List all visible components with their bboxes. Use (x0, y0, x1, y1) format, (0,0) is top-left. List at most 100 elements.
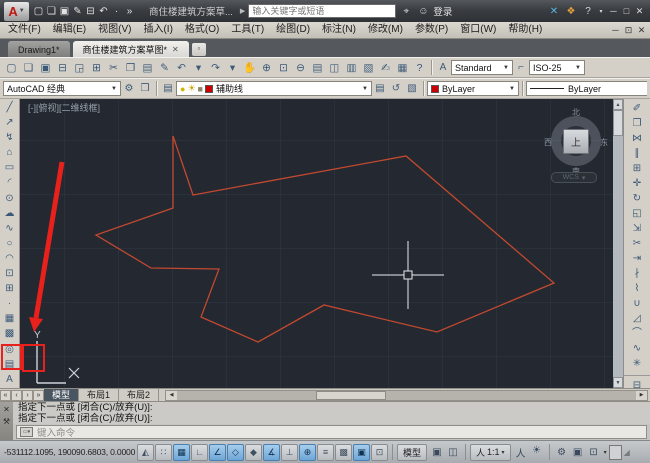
help-dropdown-icon[interactable]: ▾ (598, 8, 604, 15)
command-window-grip[interactable]: ✕ ⚒ (0, 402, 13, 440)
line-icon[interactable]: ╱ (6, 100, 12, 115)
otrack-toggle[interactable]: ∡ (263, 443, 280, 461)
plot-preview-icon[interactable]: ◲ (71, 59, 88, 77)
insert-block-icon[interactable]: ⊡ (5, 266, 13, 281)
save-icon[interactable]: ▣ (37, 59, 54, 77)
open-icon[interactable]: ❏ (20, 59, 37, 77)
stretch-icon[interactable]: ⇲ (633, 221, 641, 236)
viewcube-west-label[interactable]: 西 (523, 137, 573, 148)
scroll-up-icon[interactable]: ▲ (613, 99, 623, 110)
title-expand-icon[interactable]: ▶ (240, 7, 245, 15)
paste-icon[interactable]: ▤ (139, 59, 156, 77)
toolbar-lock-icon[interactable]: ▣ (570, 447, 586, 458)
exchange-apps-icon[interactable]: ❖ (564, 6, 578, 17)
model-space-button[interactable]: 模型 (397, 443, 428, 461)
command-suggest-icon[interactable]: ▭▾ (20, 427, 33, 437)
next-layout-button[interactable]: › (22, 390, 33, 401)
minimize-button[interactable]: ─ (607, 6, 620, 16)
plot-icon[interactable]: ⊟ (84, 6, 97, 17)
move-icon[interactable]: ✛ (633, 176, 641, 191)
zoom-previous-icon[interactable]: ⊖ (292, 59, 309, 77)
quick-view-layouts-icon[interactable]: ▣ (429, 447, 445, 458)
sheet-set-manager-icon[interactable]: ▧ (360, 59, 377, 77)
circle-icon[interactable]: ⊙ (5, 191, 13, 206)
pan-icon[interactable]: ✋ (241, 59, 258, 77)
menu-item[interactable]: 工具(T) (225, 24, 270, 35)
ellipse-arc-icon[interactable]: ◠ (5, 251, 14, 266)
tool-palettes-icon[interactable]: ▥ (343, 59, 360, 77)
layer-previous-icon[interactable]: ↺ (388, 83, 404, 94)
menu-item[interactable]: 绘图(D) (270, 24, 316, 35)
vertical-scrollbar[interactable]: ▲ ▼ (613, 99, 623, 388)
scrollbar-thumb[interactable] (316, 390, 387, 400)
layer-select[interactable]: ● ☀ ■ 辅助线 ▼ (176, 81, 372, 96)
copy-icon[interactable]: ❐ (122, 59, 139, 77)
join-icon[interactable]: ∪ (633, 296, 640, 311)
close-icon[interactable]: ✕ (3, 405, 10, 414)
application-menu-button[interactable]: A ▼ (4, 1, 29, 21)
tab-layout2[interactable]: 布局2 (119, 389, 160, 401)
save-as-icon[interactable]: ✎ (71, 6, 84, 17)
scroll-left-icon[interactable]: ◀ (166, 390, 178, 400)
gradient-icon[interactable]: ▩ (5, 326, 14, 341)
linetype-select[interactable]: ByLayer (526, 81, 647, 96)
lineweight-toggle[interactable]: ≡ (317, 443, 334, 461)
menu-item[interactable]: 修改(M) (362, 24, 409, 35)
menu-item[interactable]: 编辑(E) (47, 24, 92, 35)
horizontal-scrollbar[interactable]: ◀ ▶ (165, 389, 648, 401)
undo-icon[interactable]: ↶ (173, 59, 190, 77)
hatch-icon[interactable]: ▦ (5, 311, 14, 326)
arc-icon[interactable]: ◜ (8, 175, 12, 190)
workspace-settings-icon[interactable]: ⚙ (121, 83, 137, 94)
scroll-right-icon[interactable]: ▶ (636, 390, 647, 400)
viewcube-wcs-menu[interactable]: WCS ▾ (551, 172, 597, 183)
make-layer-current-icon[interactable]: ▤ (372, 83, 388, 94)
scroll-down-icon[interactable]: ▼ (613, 377, 623, 388)
first-layout-button[interactable]: « (0, 390, 11, 401)
docked-toolbar-icon[interactable]: ⊟ (624, 375, 650, 391)
text-style-icon[interactable]: A (435, 62, 451, 73)
spline-icon[interactable]: ∿ (5, 221, 13, 236)
customize-icon[interactable]: ⚒ (3, 417, 10, 426)
publish-icon[interactable]: ⊞ (88, 59, 105, 77)
dim-style-icon[interactable]: ⌐ (513, 62, 529, 73)
workspace-select[interactable]: AutoCAD 经典 ▼ (3, 81, 121, 96)
new-icon[interactable]: ▢ (32, 6, 45, 17)
quickcalc-icon[interactable]: ▦ (394, 59, 411, 77)
cut-icon[interactable]: ✂ (105, 59, 122, 77)
transparency-toggle[interactable]: ▩ (335, 443, 352, 461)
construction-line-icon[interactable]: ↗ (5, 115, 13, 130)
snap-toggle[interactable]: ∷ (155, 443, 172, 461)
menu-item[interactable]: 插入(I) (137, 24, 178, 35)
undo-icon[interactable]: ↶ (97, 6, 110, 17)
status-bar-menu-icon[interactable]: ▾ (604, 449, 607, 456)
point-icon[interactable]: · (8, 296, 11, 311)
redo-dropdown-icon[interactable]: ▾ (224, 59, 241, 77)
osnap-toggle[interactable]: ◇ (227, 443, 244, 461)
viewcube-north-label[interactable]: 北 (551, 107, 601, 118)
open-icon[interactable]: ❏ (45, 6, 58, 17)
explode-icon[interactable]: ✳ (633, 356, 641, 371)
file-tab-active-drawing[interactable]: 商住楼建筑方案草图* ✕ (72, 41, 189, 57)
polyline-icon[interactable]: ↯ (5, 130, 13, 145)
close-tab-icon[interactable]: ✕ (172, 45, 179, 54)
prev-layout-button[interactable]: ‹ (11, 390, 22, 401)
color-select[interactable]: ByLayer ▼ (427, 81, 519, 96)
redo-icon[interactable]: ↷ (207, 59, 224, 77)
mirror-icon[interactable]: ⋈ (632, 131, 642, 146)
layer-freeze-icon[interactable]: ☀ (187, 83, 195, 94)
offset-icon[interactable]: ∥ (635, 146, 640, 161)
menu-item[interactable]: 窗口(W) (454, 24, 502, 35)
customize-quick-access-icon[interactable]: » (123, 6, 136, 17)
hardware-acceleration-icon[interactable]: ⊡ (586, 447, 602, 458)
drawing-close-button[interactable]: ✕ (635, 25, 648, 36)
layer-states-icon[interactable]: ▧ (404, 83, 420, 94)
layer-lock-icon[interactable]: ■ (198, 84, 203, 94)
scale-icon[interactable]: ◱ (632, 206, 641, 221)
layer-properties-manager-icon[interactable]: ▤ (160, 83, 176, 94)
fillet-icon[interactable]: ⌒ (632, 326, 642, 341)
annotation-visibility-icon[interactable]: 人 (513, 445, 529, 460)
grid-toggle[interactable]: ▦ (173, 443, 190, 461)
selection-cycling-toggle[interactable]: ⊡ (371, 443, 388, 461)
tab-layout1[interactable]: 布局1 (79, 389, 120, 401)
